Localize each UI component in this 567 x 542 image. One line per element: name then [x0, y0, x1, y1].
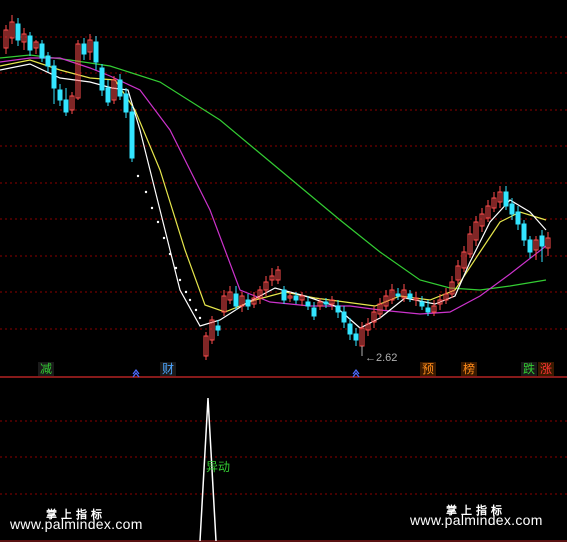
candle-body: [311, 307, 317, 317]
candle-body: [305, 301, 311, 307]
candle-body: [57, 89, 63, 101]
candle-body: [419, 301, 425, 307]
candle-body: [99, 67, 105, 91]
signal-tag-zhang: 涨: [538, 362, 555, 376]
candle-body: [407, 293, 413, 299]
candle-body: [425, 307, 431, 313]
watermark-left-url: www.palmindex.com: [10, 516, 143, 532]
sar-dot: [198, 316, 202, 320]
candle-body: [93, 41, 99, 63]
candle-body: [105, 87, 111, 103]
candle-body: [281, 289, 287, 301]
candle-body: [233, 293, 239, 307]
sar-dot: [144, 190, 148, 194]
signal-tag-bang: 榜: [461, 362, 478, 376]
candle-body: [521, 223, 527, 241]
sar-dot: [194, 308, 198, 312]
sar-dot: [184, 290, 188, 294]
candle-body: [117, 79, 123, 97]
sar-dot: [178, 278, 182, 282]
candle-body: [335, 305, 341, 313]
moving-average-lines: [0, 54, 547, 329]
candle-body: [347, 323, 353, 335]
signal-tag-yu: 预: [420, 362, 437, 376]
candle-body: [527, 239, 533, 253]
signal-tag-die: 跌: [521, 362, 538, 376]
signal-tag-jian: 减: [38, 362, 55, 376]
sar-dot: [188, 298, 192, 302]
candle-body: [123, 93, 129, 113]
candle-body: [515, 211, 521, 225]
indicator-spike-label: 异动: [206, 460, 231, 474]
candle-body: [323, 301, 329, 305]
candle-body: [341, 311, 347, 323]
candle-body: [63, 99, 69, 113]
sar-dot: [150, 206, 154, 210]
stock-chart: [0, 15, 567, 542]
candle-body: [293, 295, 299, 301]
candle-body: [15, 23, 21, 41]
low-price-label: ←2.62: [365, 352, 398, 364]
sar-dot: [174, 266, 178, 270]
candle-body: [215, 325, 221, 331]
sar-dot: [168, 252, 172, 256]
sar-dot: [156, 220, 160, 224]
candle-body: [81, 43, 87, 55]
candle-body: [39, 43, 45, 59]
candle-body: [27, 35, 33, 51]
candle-body: [245, 299, 251, 307]
candle-body: [509, 203, 515, 215]
candle-body: [503, 191, 509, 207]
candle-body: [129, 111, 135, 159]
candle-body: [353, 333, 359, 341]
signal-tag-cai: 财: [160, 362, 177, 376]
candle-body: [45, 55, 51, 67]
candle-body: [539, 235, 545, 247]
watermark-right-url: www.palmindex.com: [410, 512, 543, 528]
sar-dot: [136, 174, 140, 178]
up-arrow-icon: [352, 369, 360, 378]
up-arrow-icon: [132, 369, 140, 378]
sar-dot: [162, 236, 166, 240]
candle-body: [51, 65, 57, 89]
candle-body: [395, 293, 401, 297]
